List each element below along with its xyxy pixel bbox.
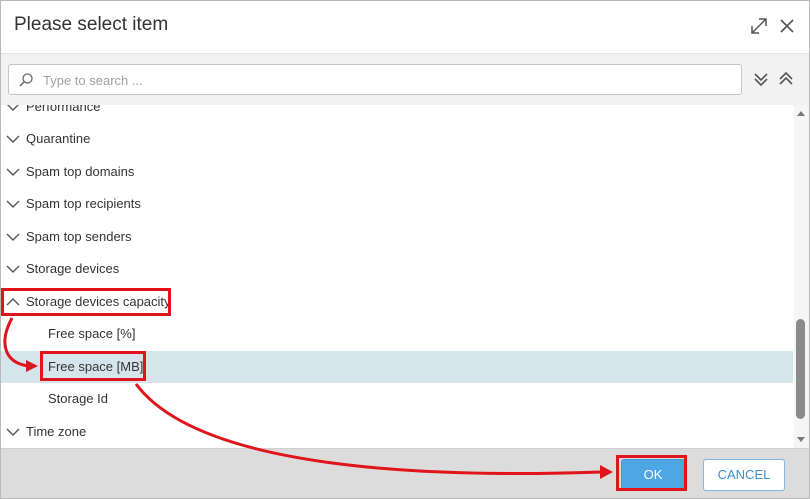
tree-item-spam-top-senders[interactable]: Spam top senders <box>1 221 793 253</box>
tree-item-label: Time zone <box>26 424 87 439</box>
scrollbar-thumb[interactable] <box>796 319 805 419</box>
scroll-down-icon[interactable] <box>797 437 805 442</box>
tree-item-free-space-percent[interactable]: Free space [%] <box>1 318 793 350</box>
search-input[interactable] <box>41 69 735 92</box>
tree-item-label: Performance <box>26 105 101 114</box>
double-chevron-down-icon[interactable] <box>752 70 770 88</box>
dialog-titlebar: Please select item <box>1 1 809 53</box>
tree-item-label: Quarantine <box>26 131 91 146</box>
chevron-up-icon[interactable] <box>6 295 20 309</box>
tree-item-storage-devices[interactable]: Storage devices <box>1 253 793 285</box>
close-icon[interactable] <box>776 15 798 37</box>
chevron-down-icon[interactable] <box>6 197 20 211</box>
tree-item-label: Storage Id <box>48 391 108 406</box>
tree-item-spam-top-recipients[interactable]: Spam top recipients <box>1 188 793 220</box>
tree-item-label: Storage devices capacity <box>26 294 171 309</box>
tree-item-spam-top-domains[interactable]: Spam top domains <box>1 156 793 188</box>
expand-arrows-icon[interactable] <box>748 15 770 37</box>
chevron-down-icon[interactable] <box>6 262 20 276</box>
item-tree: Performance Quarantine Spam top domains … <box>1 105 793 448</box>
tree-scrollbar[interactable] <box>794 105 809 448</box>
tree-item-storage-id[interactable]: Storage Id <box>1 383 793 415</box>
tree-item-quarantine[interactable]: Quarantine <box>1 123 793 155</box>
ok-button[interactable]: OK <box>621 459 685 491</box>
dialog-footer: OK CANCEL <box>1 448 809 498</box>
search-box <box>8 64 742 95</box>
cancel-button[interactable]: CANCEL <box>703 459 785 491</box>
double-chevron-up-icon[interactable] <box>777 70 795 88</box>
tree-item-label: Spam top domains <box>26 164 135 179</box>
search-icon <box>19 73 33 87</box>
select-item-dialog: Please select item Performance <box>0 0 810 499</box>
chevron-down-icon[interactable] <box>6 132 20 146</box>
dialog-title: Please select item <box>14 14 169 35</box>
chevron-down-icon[interactable] <box>6 165 20 179</box>
tree-item-free-space-mb[interactable]: Free space [MB] <box>1 351 793 383</box>
tree-item-label: Storage devices <box>26 261 120 276</box>
tree-item-label: Spam top recipients <box>26 196 141 211</box>
tree-item-storage-devices-capacity[interactable]: Storage devices capacity <box>1 286 793 318</box>
tree-item-time-zone[interactable]: Time zone <box>1 416 793 448</box>
scroll-up-icon[interactable] <box>797 111 805 116</box>
tree-item-label: Free space [%] <box>48 326 136 341</box>
tree-item-label: Spam top senders <box>26 229 132 244</box>
chevron-down-icon[interactable] <box>6 425 20 439</box>
chevron-down-icon[interactable] <box>6 105 20 114</box>
search-bar <box>1 53 809 106</box>
tree-item-label: Free space [MB] <box>48 359 144 374</box>
tree-item-performance[interactable]: Performance <box>1 105 793 123</box>
chevron-down-icon[interactable] <box>6 230 20 244</box>
